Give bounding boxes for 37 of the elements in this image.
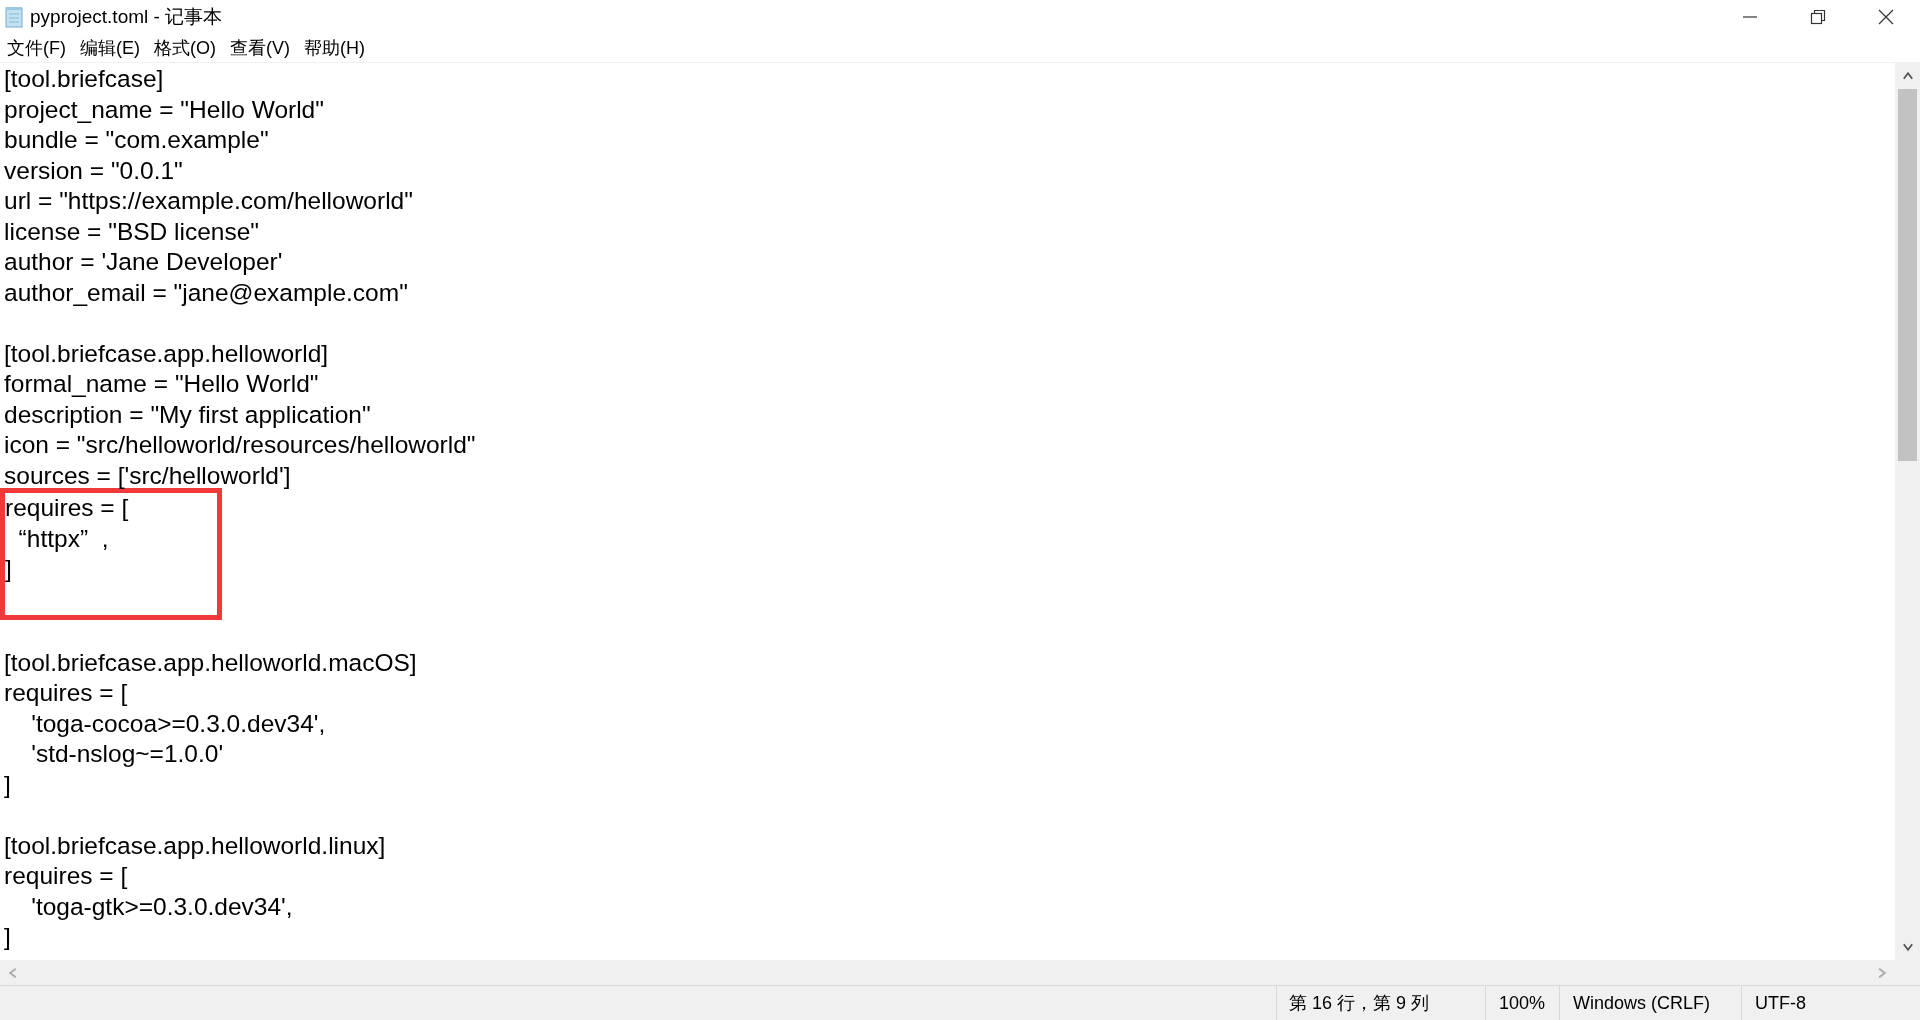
code-line: author_email = "jane@example.com": [4, 277, 409, 308]
code-line: ]: [4, 922, 12, 952]
menu-item[interactable]: 文件(F): [7, 36, 66, 60]
menu-item[interactable]: 编辑(E): [80, 36, 140, 60]
code-line: [tool.briefcase.app.helloworld]: [4, 338, 330, 369]
code-line: requires = [: [4, 678, 129, 708]
scrollbar-thumb[interactable]: [1898, 89, 1917, 461]
code-line: project_name = "Hello World": [4, 94, 325, 125]
code-line: [tool.briefcase.app.helloworld.linux]: [4, 830, 387, 861]
code-line: license = "BSD license": [4, 216, 261, 247]
menu-item[interactable]: 格式(O): [154, 36, 216, 60]
code-line: ]: [4, 769, 12, 800]
notepad-icon: [4, 6, 24, 28]
status-text: UTF-8: [1741, 986, 1920, 1020]
code-line: sources = ['src/helloworld']: [4, 460, 292, 491]
code-line: [tool.briefcase]: [4, 64, 165, 94]
code-line: icon = "src/helloworld/resources/helloworld": [4, 430, 477, 460]
status-text: 100%: [1485, 986, 1559, 1020]
code-line: 'toga-gtk>=0.3.0.dev34',: [30, 891, 294, 922]
status-text: 第 16 行，第 9 列: [1276, 986, 1485, 1020]
code-line: bundle = "com.example": [4, 125, 270, 155]
menu-item[interactable]: 帮助(H): [304, 36, 365, 60]
code-line: formal_name = "Hello World": [4, 369, 320, 399]
code-line: requires = [: [5, 493, 130, 523]
code-line: version = "0.0.1": [4, 155, 184, 186]
code-line: url = "https://example.com/helloworld": [4, 186, 414, 216]
code-line: [tool.briefcase.app.helloworld.macOS]: [4, 647, 418, 678]
window-title: pyproject.toml - 记事本: [30, 5, 223, 29]
menu-item[interactable]: 查看(V): [230, 36, 290, 60]
code-line: requires = [: [4, 861, 129, 891]
code-line: description = "My first application": [4, 399, 372, 430]
code-line: ]: [5, 554, 13, 584]
code-line: 'toga-cocoa>=0.3.0.dev34',: [30, 708, 327, 739]
code-line: author = 'Jane Developer': [4, 247, 284, 277]
code-line: 'std-nslog~=1.0.0': [30, 739, 225, 769]
code-line: “httpx” ,: [17, 523, 110, 554]
status-text: Windows (CRLF): [1559, 986, 1741, 1020]
